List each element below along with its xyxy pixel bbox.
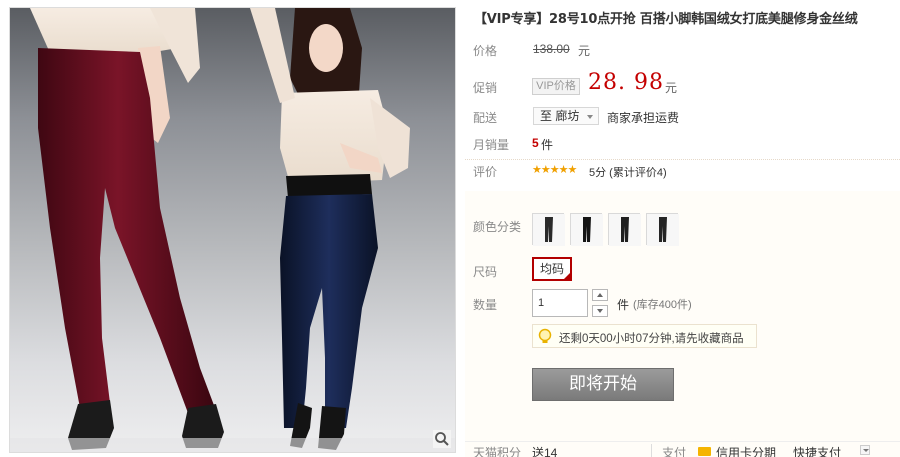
promo-price-unit: 元 <box>665 81 678 95</box>
original-price: 138.00 <box>533 42 570 56</box>
stock-count: (库存400件) <box>633 299 692 311</box>
size-option-label: 均码 <box>539 262 564 276</box>
installment-link[interactable]: 信用卡分期 <box>716 444 776 457</box>
product-info-panel: 【VIP专享】28号10点开抢 百搭小脚韩国绒女打底美腿修身金丝绒 价格 138… <box>465 0 900 457</box>
quantity-unit: 件 <box>617 298 630 312</box>
pants-thumbnail-icon <box>609 214 641 246</box>
promo-label: 促销 <box>473 81 498 95</box>
payment-label: 支付 <box>662 446 687 457</box>
bottom-info-bar: 天猫积分 送14 支付 信用卡分期 快捷支付 <box>465 441 900 457</box>
coming-soon-button[interactable]: 即将开始 <box>532 368 674 401</box>
monthly-sales-unit: 件 <box>541 138 554 152</box>
countdown-text: 还剩0天00小时07分钟,请先收藏商品 <box>559 333 744 345</box>
price-section: 价格 138.00 元 促销 VIP价格 28. 98 元 配送 至 廊坊 商家… <box>465 0 900 179</box>
quantity-label: 数量 <box>473 298 498 312</box>
rating-summary-link[interactable]: 5分 (累计评价4) <box>589 164 667 180</box>
color-swatch-2[interactable] <box>570 213 603 246</box>
monthly-sales-label: 月销量 <box>473 138 510 152</box>
quantity-increase-button[interactable] <box>592 289 608 301</box>
quick-pay-link[interactable]: 快捷支付 <box>793 444 841 457</box>
credit-card-icon <box>698 447 711 456</box>
color-swatch-1[interactable] <box>532 213 565 246</box>
vip-price-badge: VIP价格 <box>532 78 580 95</box>
color-swatch-3[interactable] <box>608 213 641 246</box>
sku-selection: 颜色分类 尺码 均码 数量 1 件 (库存400件) 还剩0天00小时07分钟,… <box>465 191 900 457</box>
points-value: 送14 <box>532 446 558 457</box>
chevron-down-icon <box>587 115 593 119</box>
chevron-down-icon[interactable] <box>860 445 870 455</box>
shipping-note: 商家承担运费 <box>607 111 680 125</box>
shipping-destination-select[interactable]: 至 廊坊 <box>533 107 599 125</box>
monthly-sales-count: 5 <box>532 136 539 150</box>
zoom-icon[interactable] <box>433 430 451 448</box>
pants-thumbnail-icon <box>571 214 603 246</box>
price-label: 价格 <box>473 44 498 58</box>
pants-thumbnail-icon <box>647 214 679 246</box>
points-label: 天猫积分 <box>473 446 522 457</box>
shipping-label: 配送 <box>473 111 498 125</box>
countdown-notice: 还剩0天00小时07分钟,请先收藏商品 <box>532 324 757 348</box>
shipping-destination: 至 廊坊 <box>540 109 580 123</box>
size-option-selected[interactable]: 均码 <box>532 257 572 281</box>
quantity-decrease-button[interactable] <box>592 305 608 317</box>
lightbulb-icon <box>538 328 552 343</box>
pants-thumbnail-icon <box>533 214 565 246</box>
promo-price: 28. 98 <box>588 70 664 95</box>
product-photo-illustration <box>10 8 455 452</box>
rating-label: 评价 <box>473 165 498 179</box>
color-label: 颜色分类 <box>473 220 522 234</box>
quantity-input[interactable]: 1 <box>532 289 588 317</box>
color-swatch-4[interactable] <box>646 213 679 246</box>
size-label: 尺码 <box>473 265 498 279</box>
original-price-unit: 元 <box>578 44 591 58</box>
divider <box>651 444 652 457</box>
star-rating-icon: ★★★★★ <box>532 164 577 176</box>
product-image[interactable] <box>9 7 456 453</box>
check-corner-icon <box>562 271 572 281</box>
